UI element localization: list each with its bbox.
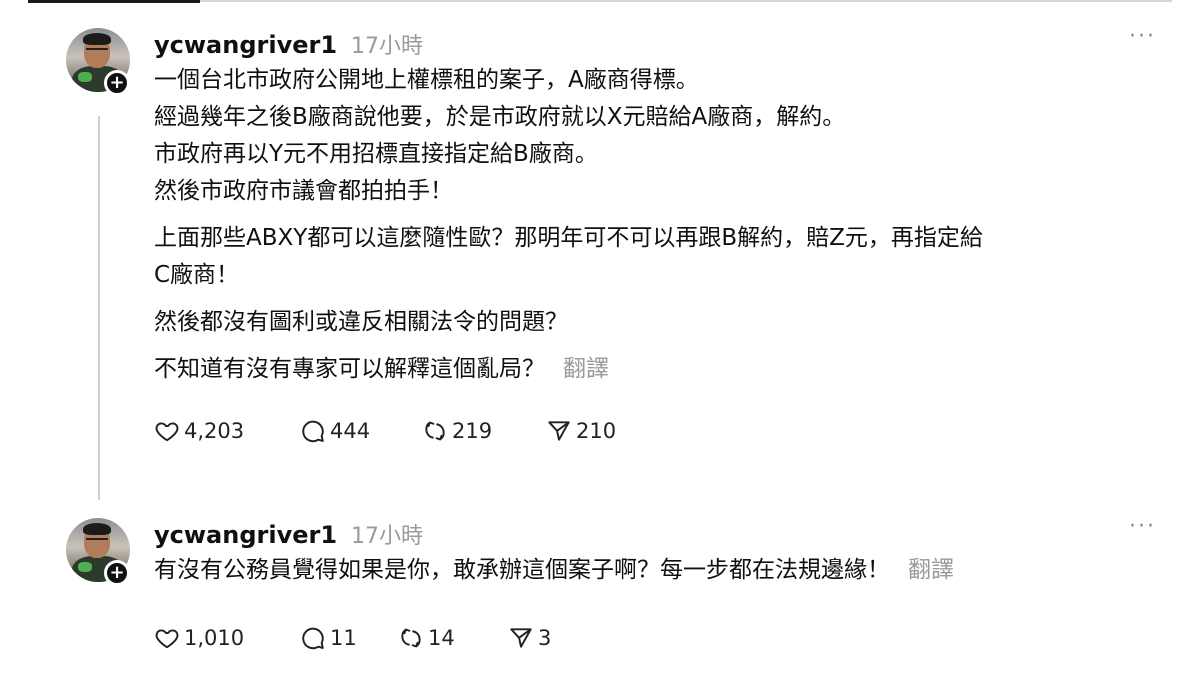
- action-bar: 4,203 444 219 210: [154, 416, 1176, 446]
- more-options-icon[interactable]: ···: [1129, 26, 1156, 48]
- follow-plus-icon[interactable]: +: [104, 70, 130, 96]
- avatar[interactable]: +: [66, 28, 132, 96]
- post-paragraph: 然後都沒有圖利或違反相關法令的問題？: [154, 309, 568, 335]
- send-icon: [548, 421, 570, 441]
- timestamp[interactable]: 17小時: [351, 28, 423, 60]
- comment-icon: [302, 420, 324, 443]
- share-button[interactable]: 210: [546, 418, 616, 444]
- timestamp[interactable]: 17小時: [351, 518, 423, 550]
- repost-icon: [401, 628, 421, 648]
- translate-link[interactable]: 翻譯: [908, 557, 954, 583]
- active-tab-indicator: [28, 0, 200, 3]
- like-count: 1,010: [184, 626, 245, 650]
- like-count: 4,203: [184, 419, 245, 443]
- repost-count: 219: [452, 419, 493, 443]
- repost-button[interactable]: 219: [422, 418, 546, 444]
- like-button[interactable]: 4,203: [154, 418, 300, 444]
- repost-icon: [425, 421, 445, 441]
- comment-button[interactable]: 444: [300, 418, 422, 444]
- reply-text-line: 有沒有公務員覺得如果是你，敢承辦這個案子啊？每一步都在法規邊緣！ 翻譯: [154, 552, 1176, 589]
- comment-count: 444: [330, 419, 371, 443]
- action-bar: 1,010 11 14 3: [154, 623, 1176, 653]
- comment-count: 11: [330, 626, 357, 650]
- heart-icon: [155, 422, 179, 442]
- username[interactable]: ycwangriver1: [154, 31, 337, 59]
- thread-reply: + ycwangriver1 17小時 ··· 有沒有公務員覺得如果是你，敢承辦…: [66, 516, 1176, 668]
- comment-icon: [302, 627, 324, 650]
- post-paragraph-text: 不知道有沒有專家可以解釋這個亂局？: [154, 356, 545, 382]
- like-button[interactable]: 1,010: [154, 625, 300, 651]
- avatar[interactable]: +: [66, 518, 132, 586]
- follow-plus-icon[interactable]: +: [104, 560, 130, 586]
- share-count: 3: [538, 626, 552, 650]
- thread-post: + ycwangriver1 17小時 ··· 一個台北市政府公開地上權標租的案…: [66, 26, 1176, 508]
- more-options-icon[interactable]: ···: [1129, 516, 1156, 538]
- repost-button[interactable]: 14: [398, 625, 508, 651]
- post-paragraph: 上面那些ABXY都可以這麼隨性歐？那明年可不可以再跟B解約，賠Z元，再指定給 C…: [154, 225, 983, 288]
- username[interactable]: ycwangriver1: [154, 521, 337, 549]
- post-paragraph: 一個台北市政府公開地上權標租的案子，A廠商得標。 經過幾年之後B廠商說他要，於是…: [154, 67, 846, 204]
- share-button[interactable]: 3: [508, 625, 551, 651]
- repost-count: 14: [428, 626, 455, 650]
- thread-connector-line: [98, 116, 100, 500]
- translate-link[interactable]: 翻譯: [563, 356, 609, 382]
- share-count: 210: [576, 419, 617, 443]
- send-icon: [510, 628, 532, 648]
- reply-text: 有沒有公務員覺得如果是你，敢承辦這個案子啊？每一步都在法規邊緣！: [154, 557, 890, 583]
- comment-button[interactable]: 11: [300, 625, 398, 651]
- heart-icon: [155, 629, 179, 649]
- post-paragraph-last: 不知道有沒有專家可以解釋這個亂局？ 翻譯: [154, 351, 1176, 388]
